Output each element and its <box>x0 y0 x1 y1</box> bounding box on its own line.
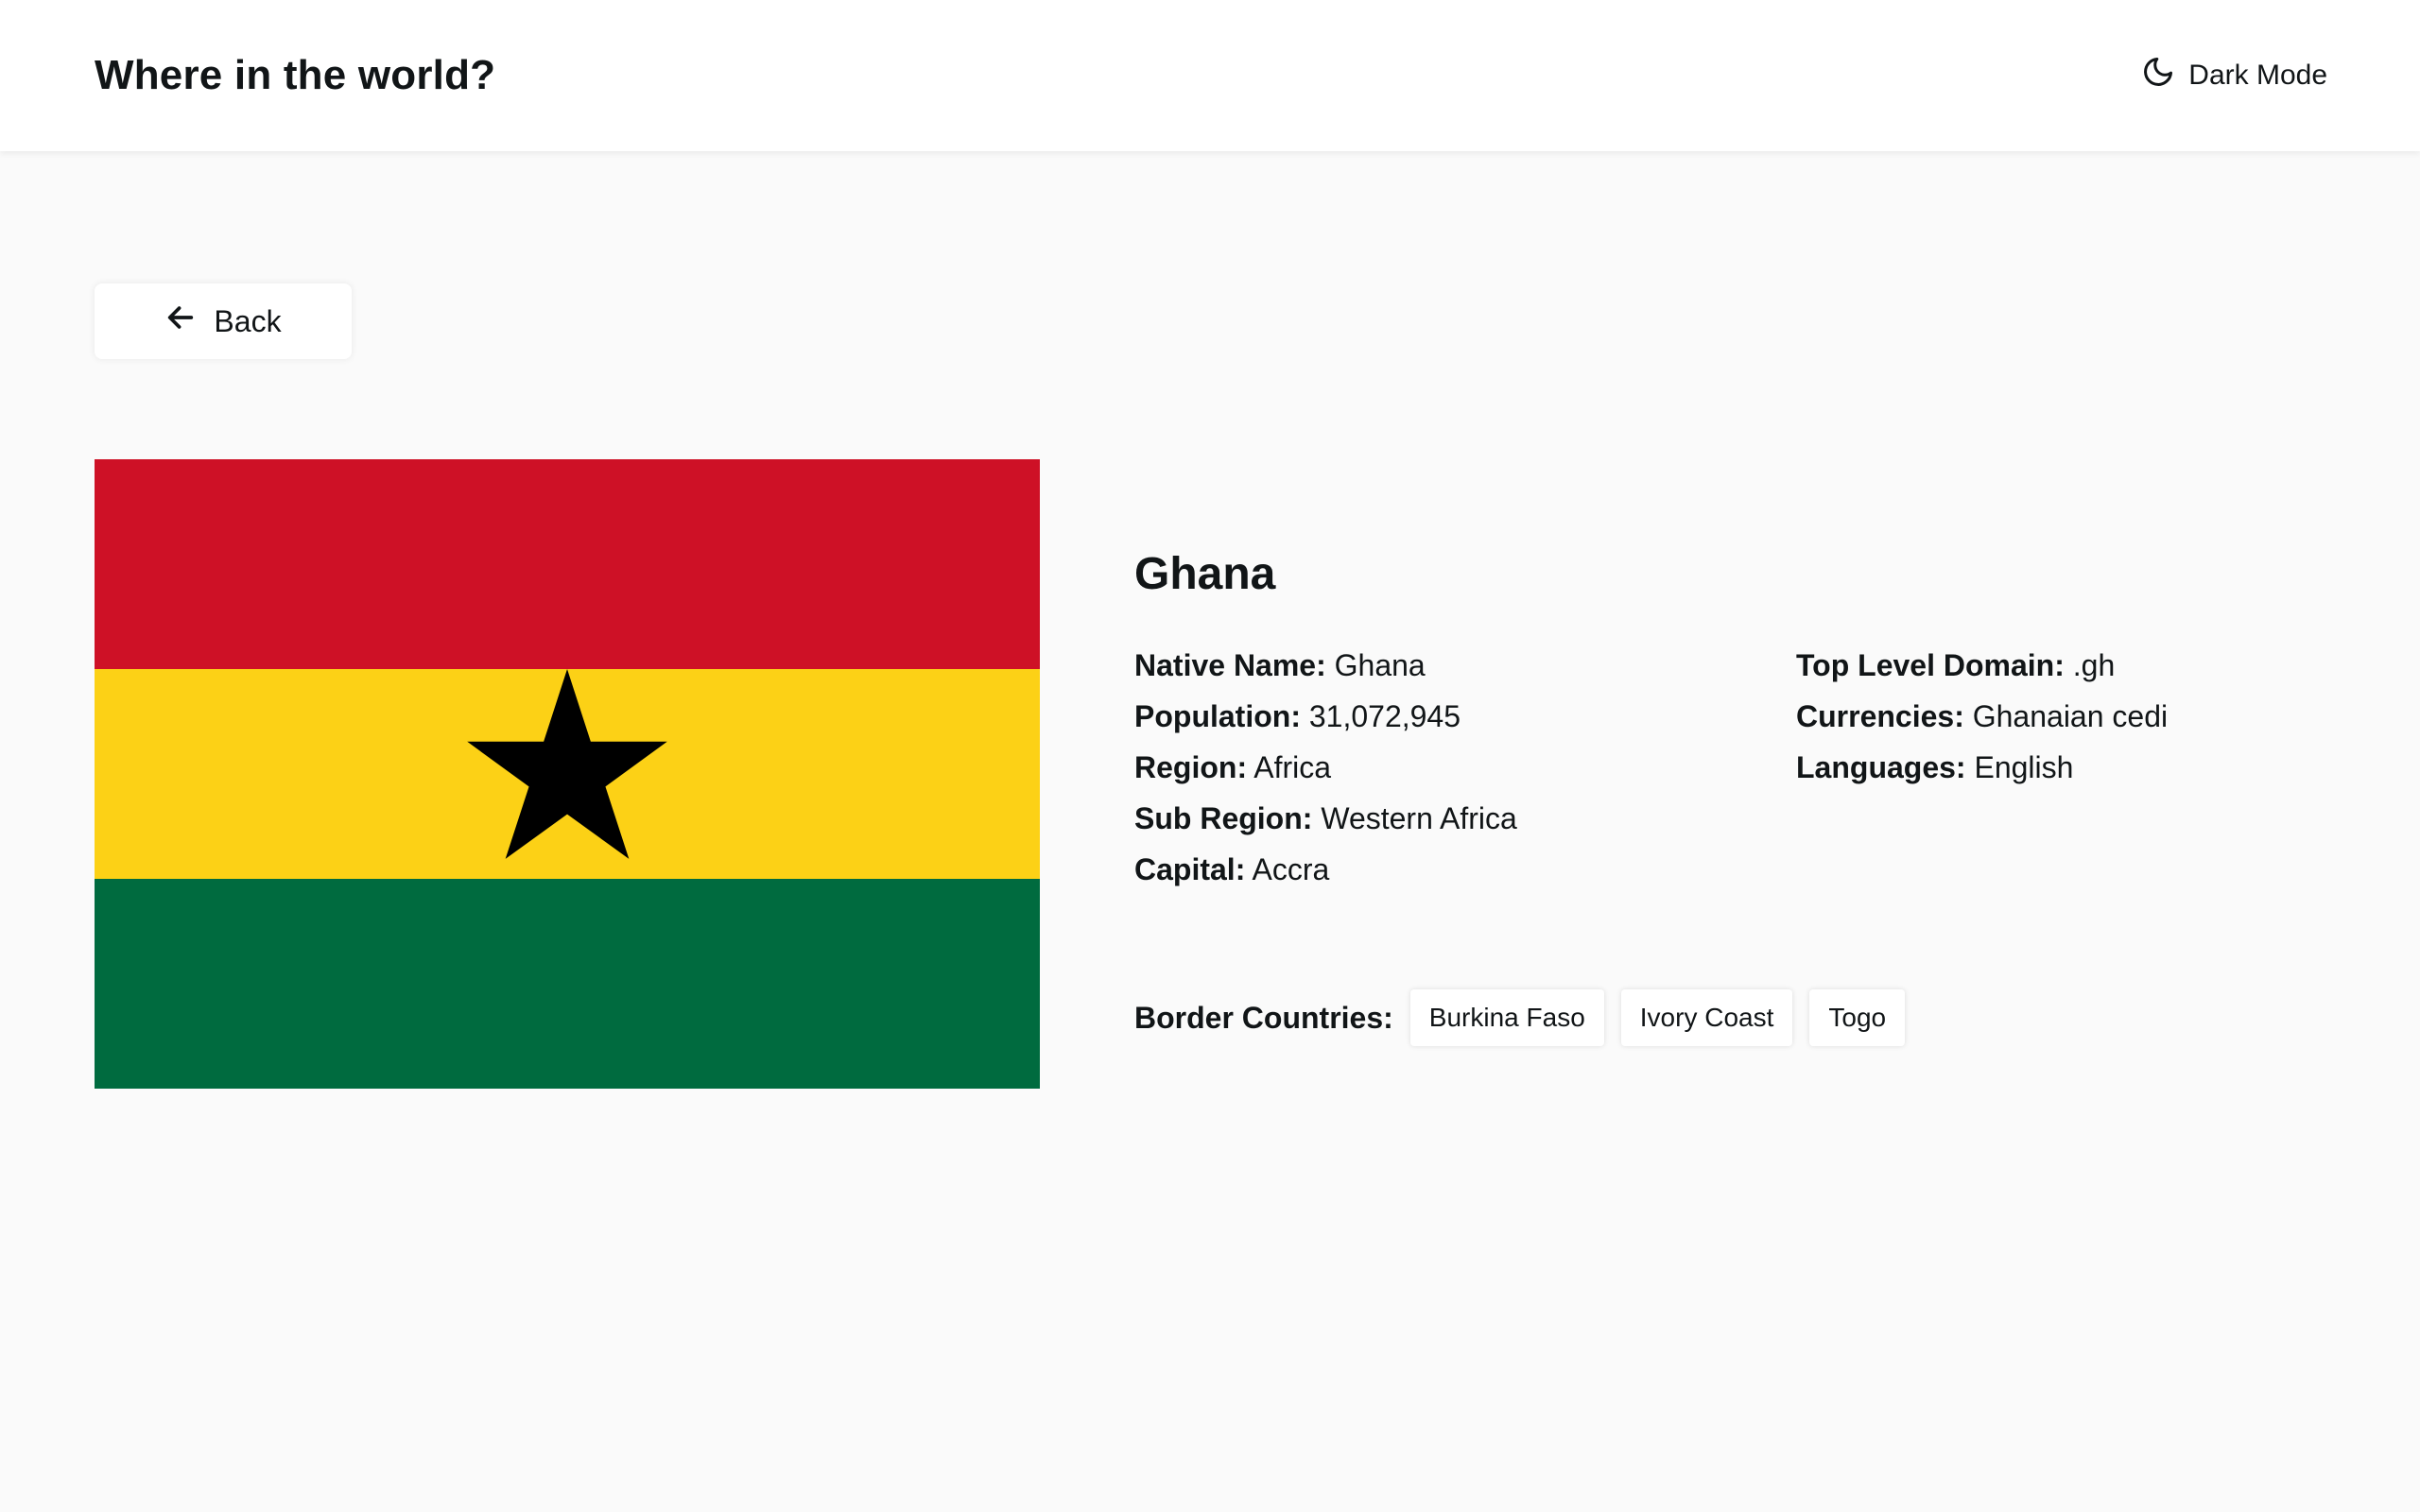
info-capital: Capital: Accra <box>1134 844 1796 895</box>
arrow-left-icon <box>164 301 197 341</box>
dark-mode-toggle[interactable]: Dark Mode <box>2141 55 2327 96</box>
flag-bottom-stripe <box>95 879 1040 1089</box>
info-label: Capital: <box>1134 852 1246 886</box>
info-column-right: Top Level Domain: .gh Currencies: Ghanai… <box>1796 640 2325 895</box>
info-native-name: Native Name: Ghana <box>1134 640 1796 691</box>
info-value: 31,072,945 <box>1308 699 1461 733</box>
info-top-level-domain: Top Level Domain: .gh <box>1796 640 2325 691</box>
flag-top-stripe <box>95 459 1040 669</box>
info-label: Region: <box>1134 750 1248 784</box>
country-name: Ghana <box>1134 549 1276 599</box>
dark-mode-label: Dark Mode <box>2188 60 2327 91</box>
info-label: Currencies: <box>1796 699 1964 733</box>
border-countries: Border Countries: Burkina Faso Ivory Coa… <box>1134 989 2325 1046</box>
info-population: Population: 31,072,945 <box>1134 691 1796 742</box>
country-details: Ghana Native Name: Ghana Population: 31,… <box>1134 548 2325 1046</box>
info-value: English <box>1974 750 2074 784</box>
info-value: .gh <box>2072 648 2116 682</box>
info-columns: Native Name: Ghana Population: 31,072,94… <box>1134 640 2325 895</box>
info-value: Accra <box>1252 852 1330 886</box>
moon-icon <box>2141 55 2175 96</box>
info-region: Region: Africa <box>1134 742 1796 793</box>
back-button-label: Back <box>214 303 282 338</box>
info-value: Ghanaian cedi <box>1972 699 2169 733</box>
info-label: Top Level Domain: <box>1796 648 2065 682</box>
app-title: Where in the world? <box>95 52 496 98</box>
info-currencies: Currencies: Ghanaian cedi <box>1796 691 2325 742</box>
info-value: Western Africa <box>1321 801 1517 835</box>
back-button[interactable]: Back <box>95 284 352 359</box>
info-sub-region: Sub Region: Western Africa <box>1134 793 1796 844</box>
info-label: Native Name: <box>1134 648 1326 682</box>
border-country-button[interactable]: Burkina Faso <box>1409 989 1604 1046</box>
country-flag <box>95 459 1040 1089</box>
info-column-left: Native Name: Ghana Population: 31,072,94… <box>1134 640 1796 895</box>
info-label: Languages: <box>1796 750 1966 784</box>
info-value: Ghana <box>1334 648 1426 682</box>
border-country-button[interactable]: Togo <box>1809 989 1906 1046</box>
info-value: Africa <box>1253 750 1332 784</box>
border-country-button[interactable]: Ivory Coast <box>1620 989 1793 1046</box>
app-header: Where in the world? Dark Mode <box>0 0 2420 151</box>
info-label: Population: <box>1134 699 1301 733</box>
info-languages: Languages: English <box>1796 742 2325 793</box>
info-label: Sub Region: <box>1134 801 1313 835</box>
border-countries-label: Border Countries: <box>1134 1000 1393 1035</box>
